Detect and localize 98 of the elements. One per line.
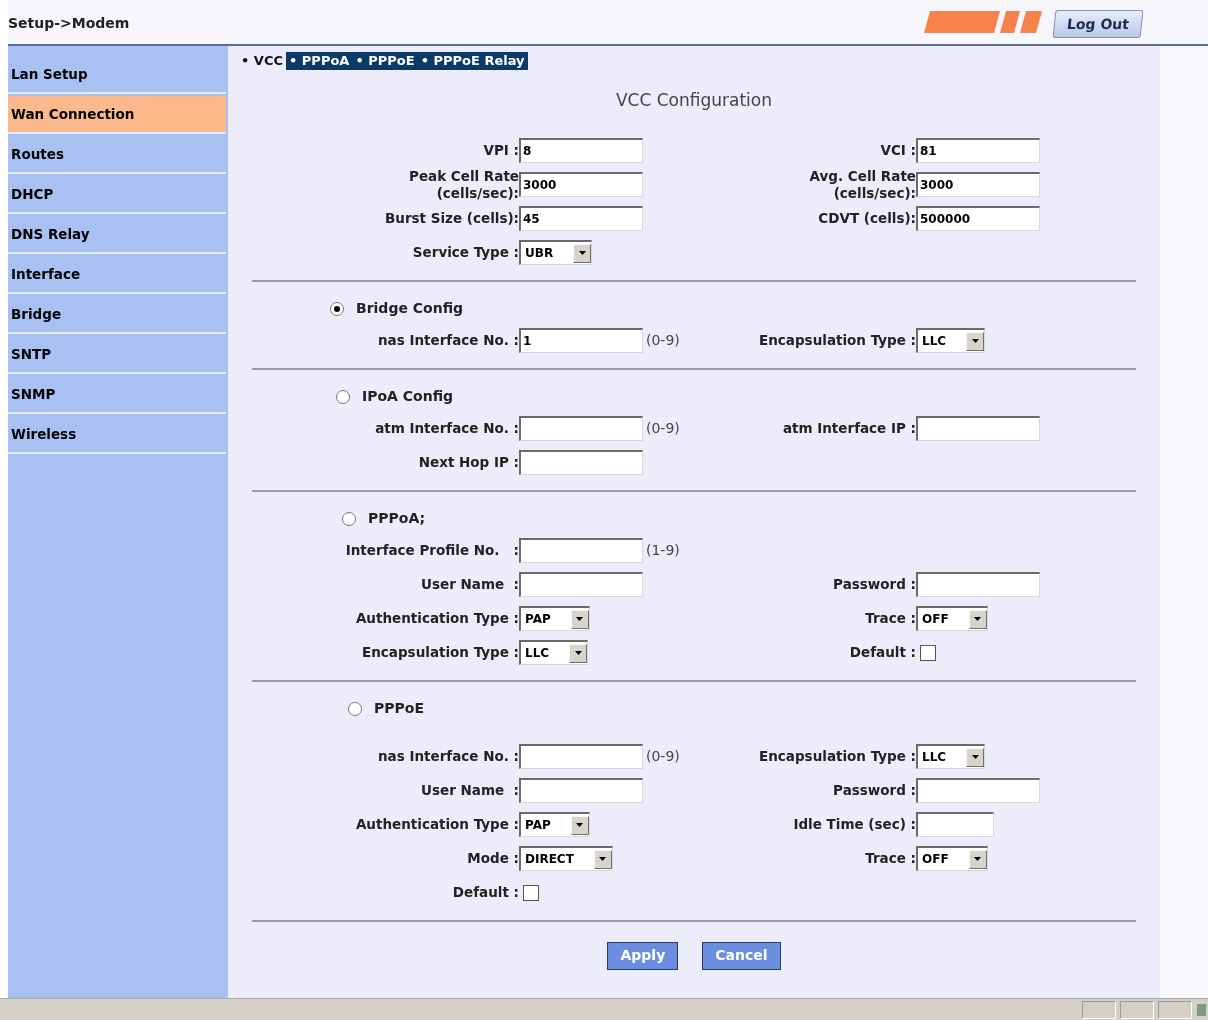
field-label: VPI : [482,142,519,159]
range-hint: (0-9) [646,419,680,438]
dropdown[interactable]: LLC [916,328,986,353]
field-label: atm Interface IP : [781,420,916,437]
text-field[interactable] [519,744,643,769]
section-title: PPPoA; [368,509,426,528]
field-label: Encapsulation Type : [361,644,519,661]
text-field[interactable]: 45 [519,206,643,231]
caret-icon [966,331,985,351]
tab[interactable]: • PPPoE Relay [417,52,528,70]
dropdown[interactable]: OFF [916,606,988,631]
tab[interactable]: • PPPoA [286,52,353,70]
dropdown[interactable]: LLC [916,744,986,769]
text-field[interactable]: 8 [519,138,643,163]
section-title: PPPoE [374,699,424,718]
range-hint: (0-9) [646,747,680,766]
caret-icon [569,643,588,663]
text-field[interactable] [916,812,994,837]
status-panel [1120,1000,1154,1019]
radio-button[interactable] [348,701,362,716]
radio-button[interactable] [342,511,356,526]
sidebar-item[interactable]: SNMP [8,376,226,414]
field-label: User Name : [420,576,519,593]
text-field[interactable] [916,572,1040,597]
sidebar-item[interactable]: Wan Connection [8,96,226,134]
caret-icon [966,747,985,767]
status-panel [1158,1000,1192,1019]
sidebar-item[interactable]: Routes [8,136,226,174]
dropdown[interactable]: PAP [519,606,590,631]
sidebar-item[interactable]: Bridge [8,296,226,334]
field-label: Encapsulation Type : [758,748,916,765]
field-label: Trace : [864,850,916,867]
dropdown[interactable]: DIRECT [519,846,613,871]
field-label: Authentication Type : [354,610,519,627]
text-field[interactable]: 3000 [916,172,1040,197]
caret-icon [573,243,592,263]
sidebar-item[interactable]: SNTP [8,336,226,374]
tab[interactable]: • VCC [238,52,286,70]
field-label: Authentication Type : [354,816,519,833]
sidebar-item[interactable]: DHCP [8,176,226,214]
text-field[interactable]: 3000 [519,172,643,197]
checkbox[interactable] [920,644,936,661]
field-label: Interface Profile No. : [344,542,519,559]
field-label: Avg. Cell Rate (cells/sec): [808,167,916,202]
field-label: Default : [451,884,519,901]
section-title: IPoA Config [362,387,454,406]
caret-icon [593,849,612,869]
caret-icon [570,609,589,629]
checkbox[interactable] [523,884,539,901]
field-label: nas Interface No. : [377,748,519,765]
zone-icon [1196,1001,1206,1018]
field-label: Next Hop IP : [417,454,519,471]
field-label: Service Type : [411,244,519,261]
dropdown[interactable]: OFF [916,846,988,871]
field-label: Trace : [864,610,916,627]
field-label: atm Interface No. : [374,420,519,437]
breadcrumb: Setup->Modem [8,14,130,33]
sidebar-item[interactable]: Lan Setup [8,56,226,94]
section-title: Bridge Config [356,299,464,318]
range-hint: (1-9) [646,541,680,560]
caret-icon [968,849,987,869]
field-label: CDVT (cells): [817,210,916,227]
field-label: Burst Size (cells): [384,210,519,227]
dropdown[interactable]: LLC [519,640,589,665]
field-label: nas Interface No. : [377,332,519,349]
dropdown[interactable]: PAP [519,812,590,837]
log-out-button[interactable]: Log Out [1052,10,1144,38]
dropdown[interactable]: UBR [519,240,593,265]
text-field[interactable] [519,538,643,563]
field-label: Mode : [466,850,519,867]
field-label: Password : [832,782,916,799]
field-label: VCI : [879,142,916,159]
field-label: Idle Time (sec) : [792,816,916,833]
text-field[interactable]: 81 [916,138,1040,163]
sidebar-item[interactable]: Interface [8,256,226,294]
text-field[interactable] [519,450,643,475]
text-field[interactable] [519,572,643,597]
tab[interactable]: • PPPoE [352,52,418,70]
page-title: VCC Configuration [614,89,774,112]
text-field[interactable] [916,778,1040,803]
radio-button[interactable] [330,301,344,316]
status-panel [1082,1000,1116,1019]
field-label: Default : [848,644,916,661]
text-field[interactable] [519,416,643,441]
caret-icon [968,609,987,629]
text-field[interactable] [916,416,1040,441]
field-label: Encapsulation Type : [758,332,916,349]
text-field[interactable] [519,778,643,803]
range-hint: (0-9) [646,331,680,350]
field-label: Peak Cell Rate (cells/sec): [408,167,519,202]
radio-button[interactable] [336,389,350,404]
field-label: Password : [832,576,916,593]
field-label: User Name : [420,782,519,799]
text-field[interactable]: 1 [519,328,643,353]
text-field[interactable]: 500000 [916,206,1040,231]
sidebar-item[interactable]: DNS Relay [8,216,226,254]
sidebar-item[interactable]: Wireless [8,416,226,454]
caret-icon [570,815,589,835]
